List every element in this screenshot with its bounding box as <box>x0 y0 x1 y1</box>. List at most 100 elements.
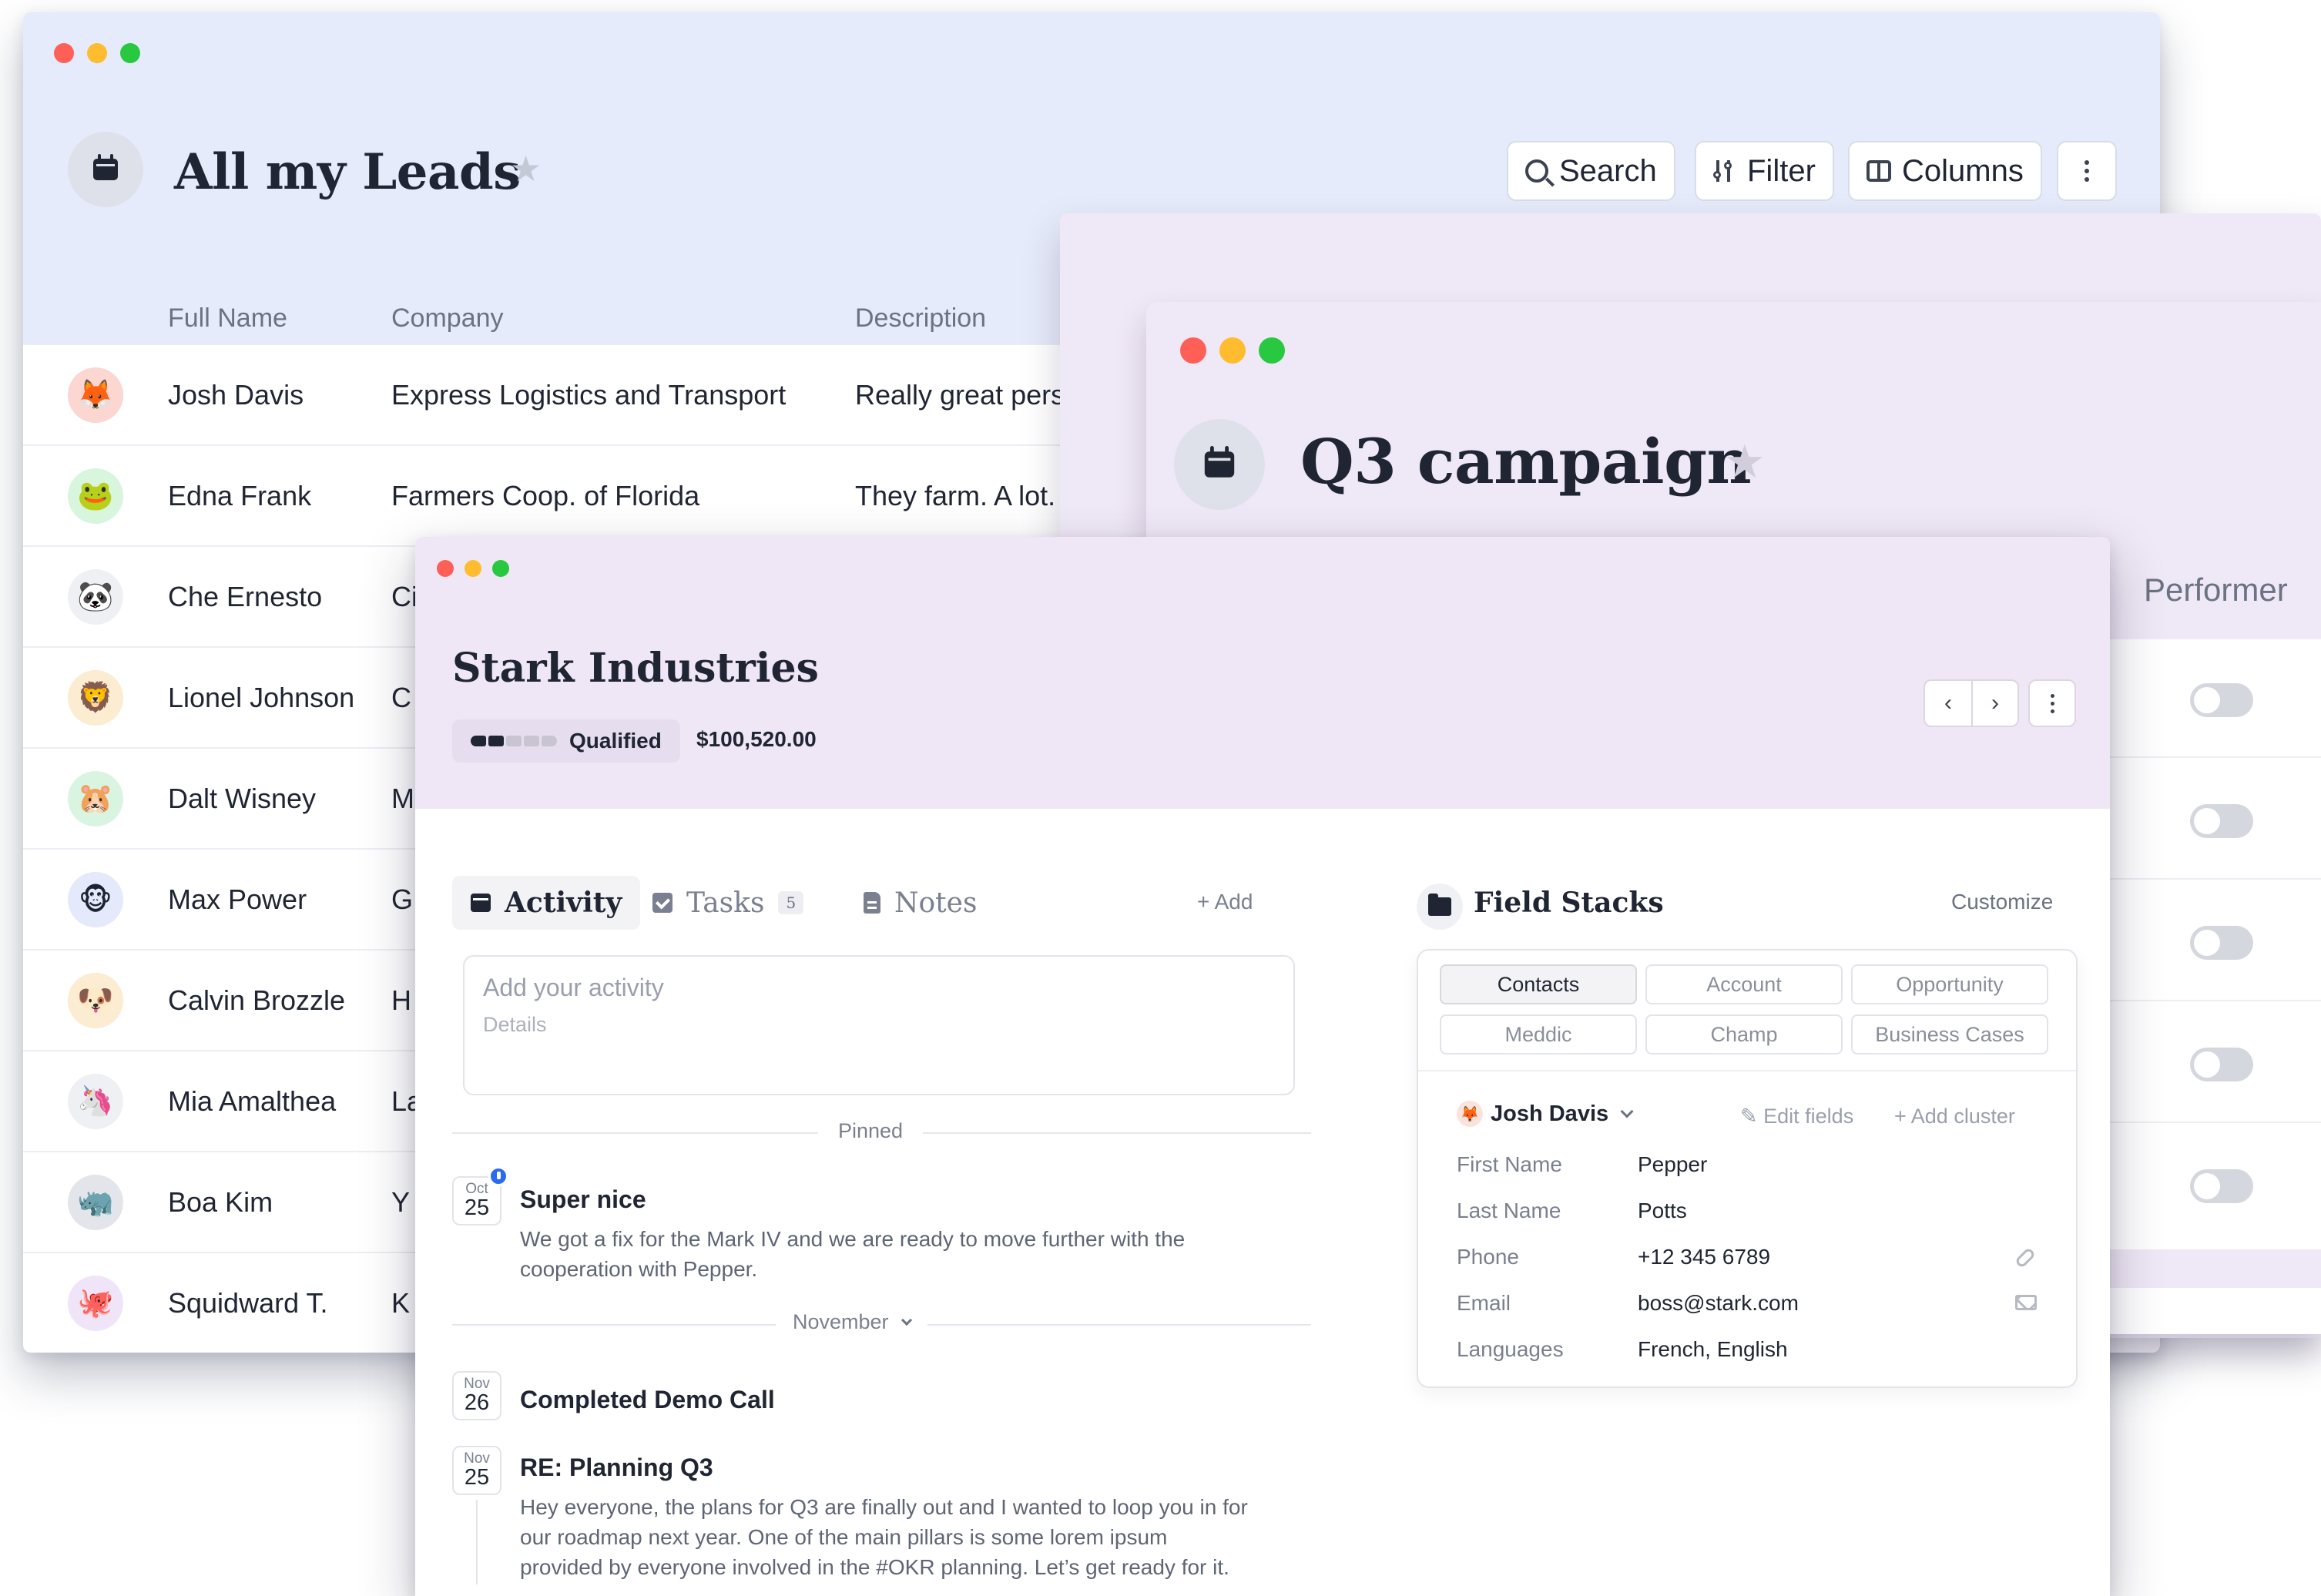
task-check-icon <box>652 893 672 913</box>
more-options-button[interactable] <box>2057 141 2117 201</box>
campaign-calendar-icon <box>1174 419 1265 510</box>
chip-business-cases[interactable]: Business Cases <box>1851 1014 2048 1054</box>
lead-name: Max Power <box>168 884 307 915</box>
maximize-window-button[interactable] <box>1259 337 1285 364</box>
activity-title[interactable]: Completed Demo Call <box>520 1386 775 1414</box>
performer-toggle[interactable] <box>2190 1169 2253 1203</box>
tab-notes[interactable]: Notes <box>845 876 995 930</box>
edit-fields-button[interactable]: ✎ Edit fields <box>1740 1105 1853 1128</box>
close-window-button[interactable] <box>437 560 454 577</box>
field-value[interactable]: boss@stark.com <box>1638 1291 1799 1316</box>
field-value[interactable]: Pepper <box>1638 1152 1707 1177</box>
field-label: Phone <box>1457 1245 1519 1269</box>
activity-title[interactable]: Super nice <box>520 1185 646 1214</box>
add-activity-button[interactable]: + Add <box>1197 890 1253 914</box>
search-button[interactable]: Search <box>1507 141 1675 201</box>
minimize-window-button[interactable] <box>1219 337 1246 364</box>
avatar: 🦄 <box>68 1074 123 1129</box>
calendar-icon <box>471 894 491 912</box>
mail-icon[interactable] <box>2015 1295 2037 1310</box>
minimize-window-button[interactable] <box>465 560 481 577</box>
lead-company: K <box>391 1287 411 1319</box>
activity-body-line: cooperation with Pepper. <box>520 1257 758 1281</box>
more-vertical-icon <box>2050 693 2054 713</box>
add-cluster-button[interactable]: + Add cluster <box>1894 1105 2015 1128</box>
performer-toggle[interactable] <box>2190 804 2253 838</box>
performer-toggle[interactable] <box>2190 683 2253 717</box>
maximize-window-button[interactable] <box>492 560 509 577</box>
lead-description: They farm. A lot. <box>855 480 1056 511</box>
favorite-star-icon[interactable]: ★ <box>1724 439 1766 485</box>
activity-input[interactable]: Add your activity Details <box>463 955 1295 1095</box>
link-icon[interactable] <box>2014 1246 2037 1269</box>
avatar: 🐵 <box>68 872 123 927</box>
columns-label: Columns <box>1902 153 2024 188</box>
date-day: 25 <box>464 1465 490 1490</box>
chip-account[interactable]: Account <box>1645 964 1843 1004</box>
filter-button[interactable]: Filter <box>1695 141 1834 201</box>
pencil-icon: ✎ <box>1740 1105 1758 1128</box>
performer-toggle[interactable] <box>2190 926 2253 960</box>
lead-company: H <box>391 984 411 1016</box>
performer-toggle[interactable] <box>2190 1048 2253 1081</box>
close-window-button[interactable] <box>1180 337 1206 364</box>
lead-company: G <box>391 884 414 915</box>
lead-company: M <box>391 783 414 814</box>
stage-label: Qualified <box>569 729 662 753</box>
chip-contacts[interactable]: Contacts <box>1440 964 1637 1004</box>
column-header-full-name[interactable]: Full Name <box>168 303 287 334</box>
leads-calendar-icon <box>68 132 143 207</box>
filter-label: Filter <box>1747 153 1816 188</box>
field-value[interactable]: +12 345 6789 <box>1638 1245 1770 1269</box>
avatar: 🐹 <box>68 771 123 826</box>
activity-body-line: provided by everyone involved in the #OK… <box>520 1555 1229 1579</box>
next-record-button[interactable]: › <box>1971 681 2017 726</box>
tab-activity[interactable]: Activity <box>452 876 641 930</box>
close-window-button[interactable] <box>54 43 74 63</box>
record-more-button[interactable] <box>2028 679 2076 727</box>
minimize-window-button[interactable] <box>87 43 107 63</box>
window-controls <box>54 43 140 63</box>
stage-badge[interactable]: Qualified <box>452 719 680 763</box>
customize-button[interactable]: Customize <box>1951 890 2053 914</box>
pin-icon[interactable] <box>488 1166 508 1186</box>
lead-company: Ci <box>391 581 418 612</box>
chip-opportunity[interactable]: Opportunity <box>1851 964 2048 1004</box>
field-label: Last Name <box>1457 1199 1561 1222</box>
chip-champ[interactable]: Champ <box>1645 1014 1843 1054</box>
deal-amount: $100,520.00 <box>696 727 817 751</box>
avatar: 🐶 <box>68 973 123 1028</box>
columns-button[interactable]: Columns <box>1848 141 2042 201</box>
page-title: Q3 campaign <box>1300 425 1752 498</box>
tab-tasks[interactable]: Tasks 5 <box>634 876 822 930</box>
chip-meddic[interactable]: Meddic <box>1440 1014 1637 1054</box>
record-title: Stark Industries <box>452 645 819 692</box>
date-month: Nov <box>464 1450 490 1467</box>
maximize-window-button[interactable] <box>120 43 140 63</box>
activity-title[interactable]: RE: Planning Q3 <box>520 1454 713 1482</box>
chevron-down-icon <box>1620 1105 1634 1118</box>
lead-name: Josh Davis <box>168 379 304 411</box>
column-header-company[interactable]: Company <box>391 303 504 334</box>
record-window: Stark Industries Qualified $100,520.00 ‹… <box>415 537 2110 1596</box>
avatar: 🦁 <box>68 670 123 726</box>
previous-record-button[interactable]: ‹ <box>1925 681 1971 726</box>
avatar: 🐸 <box>68 468 123 524</box>
column-header-performer[interactable]: Performer <box>2144 572 2288 609</box>
details-placeholder: Details <box>483 1013 547 1036</box>
activity-placeholder: Add your activity <box>483 974 664 1001</box>
chevron-left-icon: ‹ <box>1944 690 1952 716</box>
tab-label: Activity <box>505 887 622 919</box>
avatar: 🦊 <box>68 367 123 423</box>
field-label: Email <box>1457 1291 1511 1315</box>
contact-selector[interactable]: 🦊 Josh Davis <box>1457 1101 1634 1127</box>
avatar: 🦏 <box>68 1175 123 1230</box>
field-value[interactable]: French, English <box>1638 1337 1788 1362</box>
column-header-description[interactable]: Description <box>855 303 986 334</box>
field-value[interactable]: Potts <box>1638 1199 1687 1223</box>
month-filter[interactable]: November <box>776 1310 927 1334</box>
page-title: All my Leads <box>174 143 521 201</box>
favorite-star-icon[interactable]: ★ <box>510 151 542 186</box>
timeline-line <box>476 1500 478 1584</box>
avatar: 🦊 <box>1457 1101 1483 1127</box>
